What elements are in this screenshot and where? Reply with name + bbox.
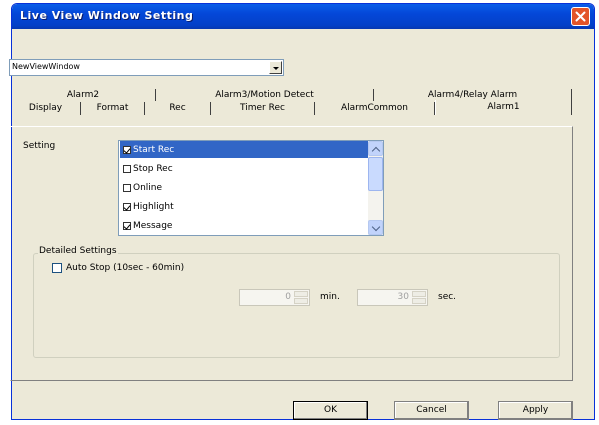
tab-alarm1[interactable]: Alarm1 bbox=[435, 100, 572, 115]
auto-stop-label: Auto Stop (10sec - 60min) bbox=[66, 263, 185, 273]
list-item-online[interactable]: Online bbox=[120, 179, 368, 196]
tab-alarm2[interactable]: Alarm2 bbox=[11, 89, 156, 101]
list-item-stop-rec[interactable]: Stop Rec bbox=[120, 160, 368, 177]
list-item-label: Start Rec bbox=[133, 144, 175, 155]
seconds-spinner[interactable]: 30 bbox=[357, 289, 428, 306]
spin-up-icon[interactable] bbox=[412, 291, 426, 297]
list-item-label: Message bbox=[133, 220, 173, 231]
checkbox[interactable] bbox=[123, 183, 131, 192]
apply-button[interactable]: Apply bbox=[498, 401, 573, 420]
list-item-highlight[interactable]: Highlight bbox=[120, 198, 368, 215]
detailed-settings-title: Detailed Settings bbox=[38, 246, 118, 256]
seconds-unit: sec. bbox=[438, 292, 457, 302]
tab-display[interactable]: Display bbox=[11, 102, 81, 115]
cancel-button[interactable]: Cancel bbox=[394, 401, 469, 420]
spin-down-icon[interactable] bbox=[412, 298, 426, 304]
auto-stop-option[interactable]: Auto Stop (10sec - 60min) bbox=[52, 263, 184, 273]
list-scrollbar[interactable] bbox=[368, 141, 383, 235]
tab-rec[interactable]: Rec bbox=[145, 102, 211, 115]
tab-timer-rec[interactable]: Timer Rec bbox=[211, 102, 315, 115]
title-bar[interactable]: Live View Window Setting bbox=[12, 4, 594, 29]
chevron-down-icon[interactable] bbox=[269, 61, 282, 74]
list-item-label: Highlight bbox=[133, 201, 174, 212]
setting-listbox[interactable]: Start Rec Stop Rec Online Highlight Mess… bbox=[118, 140, 384, 236]
view-window-select[interactable]: NewViewWindow bbox=[9, 59, 284, 76]
checkbox[interactable] bbox=[123, 202, 131, 211]
scroll-up-icon[interactable] bbox=[368, 141, 383, 156]
list-item-label: Online bbox=[133, 182, 163, 193]
window-title: Live View Window Setting bbox=[20, 9, 194, 22]
tab-strip: Alarm2 Alarm3/Motion Detect Alarm4/Relay… bbox=[9, 87, 572, 127]
scroll-down-icon[interactable] bbox=[368, 220, 383, 235]
view-window-select-value: NewViewWindow bbox=[12, 62, 80, 71]
checkbox[interactable] bbox=[123, 164, 131, 173]
minutes-spin-buttons[interactable] bbox=[294, 291, 308, 304]
tab-alarm-common[interactable]: AlarmCommon bbox=[315, 102, 435, 115]
scroll-thumb[interactable] bbox=[368, 157, 383, 191]
close-button[interactable] bbox=[571, 7, 590, 26]
ok-button[interactable]: OK bbox=[293, 401, 368, 420]
list-item-label: Stop Rec bbox=[133, 163, 173, 174]
spin-down-icon[interactable] bbox=[294, 298, 308, 304]
setting-label: Setting bbox=[23, 141, 56, 151]
close-icon bbox=[575, 11, 586, 22]
auto-stop-checkbox[interactable] bbox=[52, 263, 62, 273]
tab-alarm3-motion-detect[interactable]: Alarm3/Motion Detect bbox=[156, 89, 374, 101]
list-item-start-rec[interactable]: Start Rec bbox=[120, 141, 368, 158]
seconds-spin-buttons[interactable] bbox=[412, 291, 426, 304]
minutes-value: 0 bbox=[285, 292, 291, 302]
tab-format[interactable]: Format bbox=[81, 102, 145, 115]
minutes-unit: min. bbox=[320, 292, 340, 302]
spin-up-icon[interactable] bbox=[294, 291, 308, 297]
checkbox[interactable] bbox=[123, 145, 131, 154]
minutes-spinner[interactable]: 0 bbox=[239, 289, 310, 306]
checkbox[interactable] bbox=[123, 221, 131, 230]
list-item-message[interactable]: Message bbox=[120, 217, 368, 234]
seconds-value: 30 bbox=[397, 292, 409, 302]
